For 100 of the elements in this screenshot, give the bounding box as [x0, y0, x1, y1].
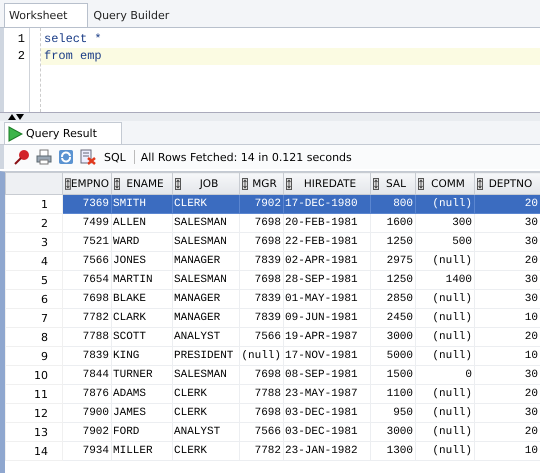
table-cell: 7698 — [240, 270, 284, 290]
table-cell: 7839 — [240, 308, 284, 328]
table-cell: SCOTT — [112, 328, 172, 346]
sort-icon[interactable] — [242, 178, 248, 190]
table-cell: SALESMAN — [172, 270, 240, 290]
table-cell: 7839 — [240, 290, 284, 308]
table-cell: 7698 — [62, 290, 112, 308]
code-line: from emp — [44, 49, 102, 63]
table-cell: 01-MAY-1981 — [284, 290, 370, 308]
table-cell: (null) — [416, 308, 474, 328]
table-cell: JAMES — [112, 404, 172, 422]
row-number[interactable]: 14 — [6, 442, 62, 460]
editor-tab[interactable]: Query Builder — [88, 3, 190, 27]
table-cell: 7698 — [240, 214, 284, 232]
table-cell: MILLER — [112, 442, 172, 460]
table-cell: BLAKE — [112, 290, 172, 308]
table-cell: (null) — [416, 252, 474, 270]
table-cell: MANAGER — [172, 252, 240, 270]
row-number[interactable]: 12 — [6, 404, 62, 422]
column-header[interactable]: ENAME — [112, 172, 172, 194]
sort-icon[interactable] — [114, 178, 120, 190]
table-cell: 23-JAN-1982 — [284, 442, 370, 460]
line-number: 2 — [18, 48, 25, 65]
refresh-icon[interactable] — [58, 149, 74, 165]
sort-icon[interactable] — [286, 178, 292, 190]
row-number[interactable]: 11 — [6, 384, 62, 404]
row-number[interactable]: 8 — [6, 328, 62, 346]
row-number[interactable]: 7 — [6, 308, 62, 328]
table-cell: 7902 — [240, 194, 284, 214]
splitter-arrows-icon[interactable] — [8, 114, 24, 120]
row-number[interactable]: 4 — [6, 252, 62, 270]
row-number[interactable]: 5 — [6, 270, 62, 290]
table-cell: (null) — [416, 422, 474, 442]
column-header[interactable]: DEPTNO — [474, 172, 540, 194]
row-number[interactable]: 2 — [6, 214, 62, 232]
table-cell: CLERK — [172, 194, 240, 214]
table-cell: MANAGER — [172, 290, 240, 308]
table-cell: 3000 — [370, 328, 416, 346]
table-cell: 5000 — [370, 346, 416, 366]
pin-icon[interactable] — [14, 149, 30, 165]
sort-icon[interactable] — [418, 178, 424, 190]
table-cell: 2450 — [370, 308, 416, 328]
table-cell: CLARK — [112, 308, 172, 328]
code-line: select * — [44, 32, 102, 46]
column-header[interactable]: EMPNO — [62, 172, 112, 194]
sql-button[interactable]: SQL — [102, 150, 128, 164]
sort-icon[interactable] — [477, 178, 483, 190]
row-number[interactable]: 10 — [6, 366, 62, 384]
row-number[interactable]: 13 — [6, 422, 62, 442]
table-cell: 23-MAY-1987 — [284, 384, 370, 404]
table-cell: FORD — [112, 422, 172, 442]
table-cell: PRESIDENT — [172, 346, 240, 366]
table-cell: ANALYST — [172, 328, 240, 346]
table-cell: 1300 — [370, 442, 416, 460]
column-header[interactable]: MGR — [240, 172, 284, 194]
table-cell: 2850 — [370, 290, 416, 308]
column-header[interactable]: SAL — [370, 172, 416, 194]
table-cell: 19-APR-1987 — [284, 328, 370, 346]
table-cell: 7698 — [240, 404, 284, 422]
table-cell: 20-FEB-1981 — [284, 214, 370, 232]
table-cell: (null) — [416, 328, 474, 346]
table-cell: 28-SEP-1981 — [284, 270, 370, 290]
table-cell: 7788 — [62, 328, 112, 346]
table-cell: (null) — [416, 442, 474, 460]
column-header[interactable]: JOB — [172, 172, 240, 194]
row-number[interactable]: 3 — [6, 232, 62, 252]
column-header[interactable]: COMM — [416, 172, 474, 194]
table-cell: 7654 — [62, 270, 112, 290]
table-cell: SALESMAN — [172, 214, 240, 232]
table-cell: 7566 — [62, 252, 112, 270]
table-cell: KING — [112, 346, 172, 366]
sql-delete-icon[interactable] — [80, 149, 96, 165]
table-cell: 1500 — [370, 366, 416, 384]
editor-tab[interactable]: Worksheet — [4, 3, 88, 27]
row-number[interactable]: 1 — [6, 194, 62, 214]
table-cell: JONES — [112, 252, 172, 270]
table-cell: (null) — [416, 346, 474, 366]
table-cell: 3000 — [370, 422, 416, 442]
table-cell: 7782 — [240, 442, 284, 460]
print-icon[interactable] — [36, 149, 52, 165]
table-cell: CLERK — [172, 442, 240, 460]
table-cell: MARTIN — [112, 270, 172, 290]
row-number[interactable]: 6 — [6, 290, 62, 308]
query-result-tab[interactable]: Query Result — [4, 122, 122, 144]
sort-icon[interactable] — [373, 178, 379, 190]
sort-icon[interactable] — [175, 178, 181, 190]
table-cell: 02-APR-1981 — [284, 252, 370, 270]
table-cell: 7934 — [62, 442, 112, 460]
table-cell: SALESMAN — [172, 232, 240, 252]
table-cell: (null) — [416, 404, 474, 422]
table-cell: 7839 — [62, 346, 112, 366]
table-cell: 7839 — [240, 252, 284, 270]
table-cell: 7900 — [62, 404, 112, 422]
table-cell: ALLEN — [112, 214, 172, 232]
status-text: All Rows Fetched: 14 in 0.121 seconds — [140, 150, 352, 164]
column-header[interactable]: HIREDATE — [284, 172, 370, 194]
table-cell: ANALYST — [172, 422, 240, 442]
row-number[interactable]: 9 — [6, 346, 62, 366]
table-cell: 1400 — [416, 270, 474, 290]
sort-icon[interactable] — [65, 178, 71, 190]
